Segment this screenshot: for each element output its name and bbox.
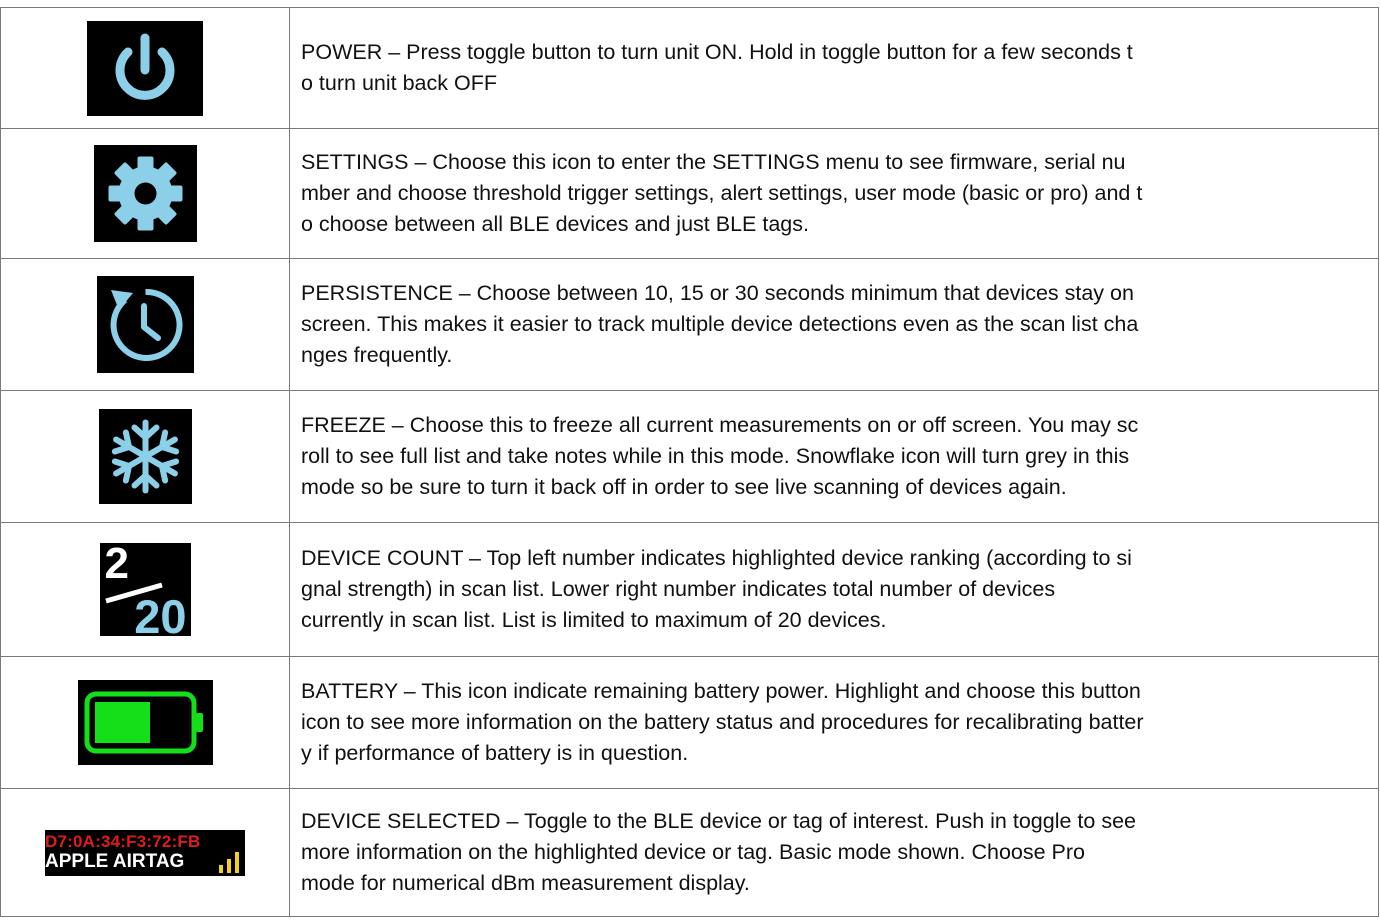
description-cell: FREEZE – Choose this to freeze all curre…: [289, 390, 1379, 523]
row-freeze: FREEZE – Choose this to freeze all curre…: [0, 390, 1379, 523]
row-device-selected: D7:0A:34:F3:72:FB APPLE AIRTAG DEVICE SE…: [0, 788, 1379, 917]
freeze-description: FREEZE – Choose this to freeze all curre…: [301, 413, 1139, 499]
row-power: POWER – Press toggle button to turn unit…: [0, 7, 1379, 129]
description-cell: POWER – Press toggle button to turn unit…: [289, 7, 1379, 129]
persistence-description: PERSISTENCE – Choose between 10, 15 or 3…: [301, 281, 1139, 367]
icon-cell: [0, 390, 290, 523]
power-icon: [87, 20, 203, 116]
icon-cell: 2 20: [0, 522, 290, 657]
row-device-count: 2 20 DEVICE COUNT – Top left number indi…: [0, 522, 1379, 657]
power-description: POWER – Press toggle button to turn unit…: [301, 40, 1133, 95]
device-selected-description: DEVICE SELECTED – Toggle to the BLE devi…: [301, 809, 1136, 895]
row-persistence: PERSISTENCE – Choose between 10, 15 or 3…: [0, 258, 1379, 391]
description-cell: SETTINGS – Choose this icon to enter the…: [289, 128, 1379, 259]
signal-strength-icon: [219, 851, 239, 873]
clock-refresh-icon: [96, 276, 194, 373]
device-selected-icon: D7:0A:34:F3:72:FB APPLE AIRTAG: [45, 829, 245, 876]
device-mac-address: D7:0A:34:F3:72:FB: [45, 831, 201, 851]
battery-icon: [77, 680, 213, 765]
snowflake-icon: [98, 409, 192, 504]
description-cell: DEVICE SELECTED – Toggle to the BLE devi…: [289, 788, 1379, 917]
row-settings: SETTINGS – Choose this icon to enter the…: [0, 128, 1379, 259]
device-count-icon: 2 20: [99, 543, 191, 636]
icon-cell: [0, 128, 290, 259]
icon-legend-table: POWER – Press toggle button to turn unit…: [0, 7, 1379, 917]
description-cell: BATTERY – This icon indicate remaining b…: [289, 656, 1379, 789]
icon-cell: [0, 656, 290, 789]
icon-cell: D7:0A:34:F3:72:FB APPLE AIRTAG: [0, 788, 290, 917]
icon-cell: [0, 258, 290, 391]
total-device-count: 20: [134, 590, 187, 636]
gear-icon: [93, 145, 197, 242]
row-battery: BATTERY – This icon indicate remaining b…: [0, 656, 1379, 789]
settings-description: SETTINGS – Choose this icon to enter the…: [301, 150, 1143, 236]
highlighted-rank: 2: [104, 543, 129, 588]
description-cell: PERSISTENCE – Choose between 10, 15 or 3…: [289, 258, 1379, 391]
icon-cell: [0, 7, 290, 129]
battery-level-fill: [94, 702, 150, 743]
device-count-description: DEVICE COUNT – Top left number indicates…: [301, 546, 1132, 632]
device-name: APPLE AIRTAG: [45, 850, 185, 872]
battery-description: BATTERY – This icon indicate remaining b…: [301, 679, 1144, 765]
description-cell: DEVICE COUNT – Top left number indicates…: [289, 522, 1379, 657]
